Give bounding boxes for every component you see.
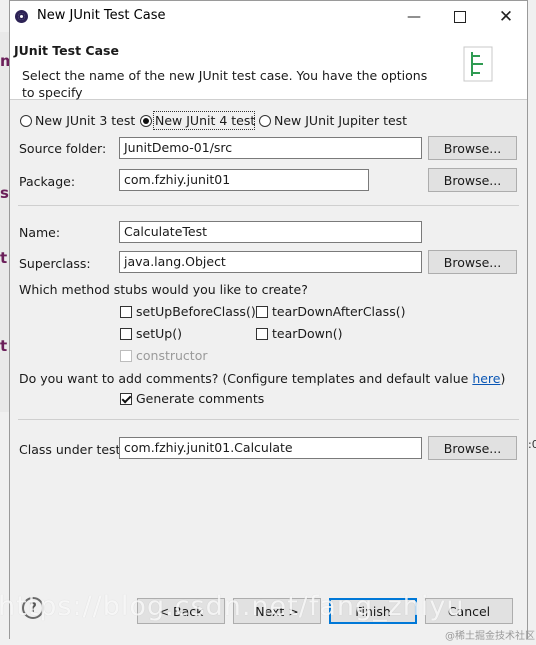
- source-folder-label: Source folder:: [19, 141, 107, 156]
- maximize-icon[interactable]: [437, 1, 483, 33]
- configure-templates-link[interactable]: here: [472, 371, 500, 386]
- package-input[interactable]: com.fzhiy.junit01: [119, 169, 369, 191]
- comments-question-text: Do you want to add comments? (Configure …: [19, 371, 473, 386]
- junit-wizard-icon: [463, 46, 493, 82]
- setup-label[interactable]: setUp(): [136, 326, 182, 341]
- superclass-input[interactable]: java.lang.Object: [119, 251, 422, 273]
- setupbeforeclass-checkbox[interactable]: [120, 306, 132, 318]
- minimize-icon[interactable]: —: [391, 1, 437, 33]
- comments-question-suffix: ): [500, 371, 506, 386]
- background-edge-text: :0: [528, 438, 536, 451]
- title-bar: New JUnit Test Case — ✕: [10, 1, 527, 33]
- teardown-checkbox[interactable]: [256, 328, 268, 340]
- wizard-banner: JUnit Test Case Select the name of the n…: [10, 33, 527, 100]
- superclass-label: Superclass:: [19, 256, 91, 271]
- junit4-label[interactable]: New JUnit 4 test: [155, 113, 255, 128]
- watermark-corner: @稀土掘金技术社区: [445, 631, 535, 642]
- browse-package-button[interactable]: Browse...: [428, 168, 517, 192]
- teardown-label[interactable]: tearDown(): [272, 326, 343, 341]
- teardownafterclass-checkbox[interactable]: [256, 306, 268, 318]
- watermark-url: https://blog.csdn.net/fang_zhiyu: [0, 591, 465, 622]
- constructor-checkbox: [120, 350, 132, 362]
- jupiter-label[interactable]: New JUnit Jupiter test: [274, 113, 407, 128]
- generate-comments-checkbox[interactable]: [120, 393, 132, 405]
- new-junit-test-case-dialog: New JUnit Test Case — ✕ JUnit Test Case …: [9, 0, 528, 639]
- browse-superclass-button[interactable]: Browse...: [428, 250, 517, 274]
- background-code-fragment: t: [0, 249, 8, 267]
- comments-question: Do you want to add comments? (Configure …: [19, 371, 505, 386]
- class-under-test-label: Class under test:: [19, 442, 125, 457]
- method-stubs-question: Which method stubs would you like to cre…: [19, 282, 308, 297]
- background-code-fragment: s: [0, 184, 9, 202]
- constructor-label: constructor: [136, 348, 208, 363]
- browse-class-under-test-button[interactable]: Browse...: [428, 436, 517, 460]
- junit3-radio[interactable]: [20, 115, 32, 127]
- window-title: New JUnit Test Case: [37, 8, 166, 23]
- junit3-label[interactable]: New JUnit 3 test: [35, 113, 135, 128]
- source-folder-input[interactable]: JunitDemo-01/src: [119, 137, 422, 159]
- name-input[interactable]: CalculateTest: [119, 221, 422, 243]
- browse-source-folder-button[interactable]: Browse...: [428, 136, 517, 160]
- wizard-description: Select the name of the new JUnit test ca…: [22, 68, 428, 100]
- separator: [18, 205, 519, 206]
- setupbeforeclass-label[interactable]: setUpBeforeClass(): [136, 304, 256, 319]
- package-label: Package:: [19, 174, 76, 189]
- wizard-title: JUnit Test Case: [14, 43, 119, 58]
- background-ide-edge: [0, 32, 9, 412]
- setup-checkbox[interactable]: [120, 328, 132, 340]
- class-under-test-input[interactable]: com.fzhiy.junit01.Calculate: [119, 437, 422, 459]
- separator: [18, 419, 519, 420]
- close-icon[interactable]: ✕: [483, 1, 529, 33]
- name-label: Name:: [19, 225, 61, 240]
- eclipse-icon: [15, 10, 28, 23]
- generate-comments-label[interactable]: Generate comments: [136, 391, 264, 406]
- jupiter-radio[interactable]: [259, 115, 271, 127]
- junit4-radio[interactable]: [140, 115, 152, 127]
- background-code-fragment: t: [0, 337, 8, 355]
- teardownafterclass-label[interactable]: tearDownAfterClass(): [272, 304, 405, 319]
